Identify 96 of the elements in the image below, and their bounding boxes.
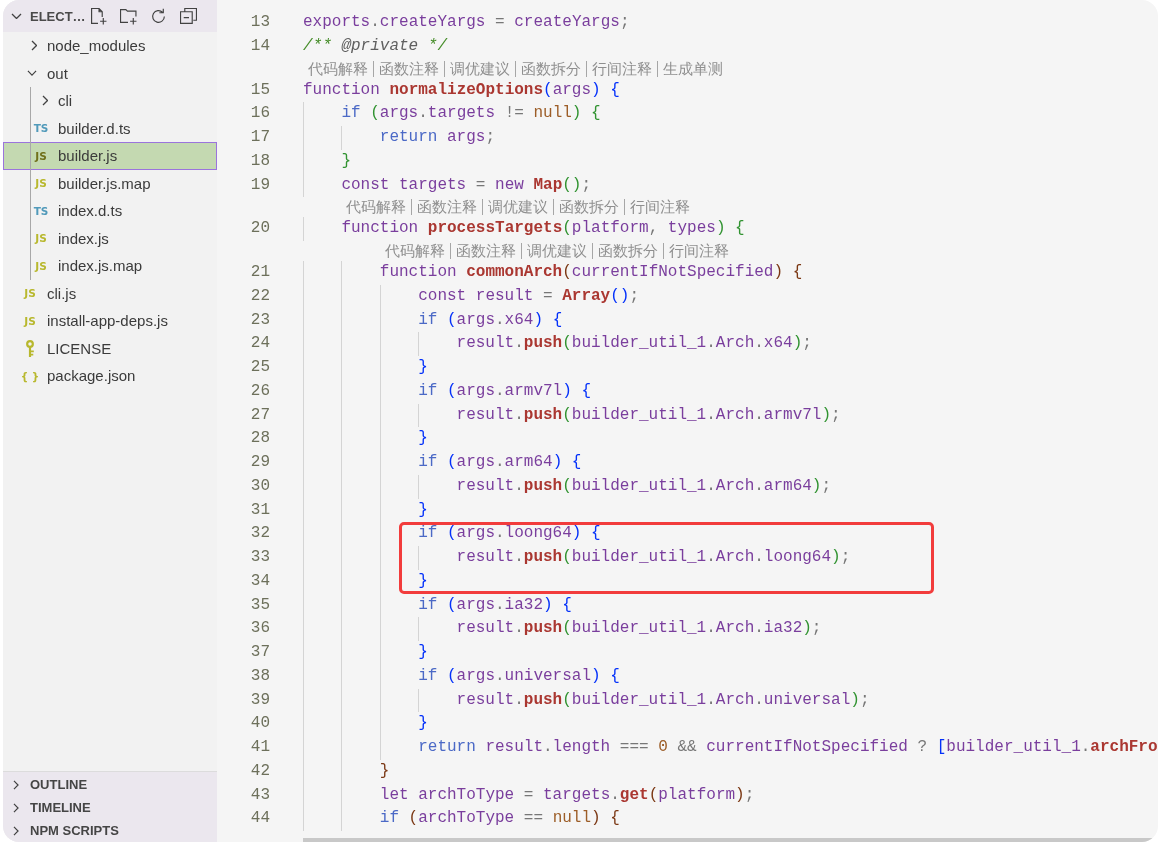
line-number: 21 bbox=[250, 262, 270, 283]
line-number: 18 bbox=[250, 150, 270, 172]
explorer-title[interactable]: ELECT… bbox=[30, 8, 86, 24]
code-line: } bbox=[379, 760, 390, 782]
line-number: 39 bbox=[250, 689, 270, 711]
code-line: if (args.x64) { bbox=[418, 309, 563, 331]
tree-item[interactable]: JS builder.js.map bbox=[3, 169, 217, 197]
code-line: let archToType = targets.get(platform); bbox=[379, 784, 755, 806]
line-number: 37 bbox=[250, 642, 270, 663]
code-line: const targets = new Map(); bbox=[341, 174, 592, 196]
line-number: 15 bbox=[250, 79, 270, 101]
code-line: if (args.ia32) { bbox=[418, 594, 572, 616]
new-file-icon bbox=[89, 7, 107, 25]
code-line: } bbox=[418, 642, 428, 663]
tree-item[interactable]: TS builder.d.ts bbox=[3, 114, 217, 142]
code-line: } bbox=[418, 499, 428, 521]
refresh-icon bbox=[149, 7, 167, 25]
panel-header[interactable]: NPM SCRIPTS bbox=[3, 819, 217, 842]
line-number: 25 bbox=[250, 357, 270, 378]
line-number: 33 bbox=[250, 547, 270, 568]
code-line: } bbox=[418, 428, 428, 450]
tree-item[interactable]: out bbox=[3, 59, 217, 87]
line-number: 16 bbox=[250, 103, 270, 125]
code-line: const result = Array(); bbox=[418, 285, 640, 307]
code-line: function commonArch(currentIfNotSpecified) { bbox=[379, 262, 803, 283]
code-line: result.push(builder_util_1.Arch.ia32); bbox=[456, 618, 822, 640]
line-number: 23 bbox=[250, 309, 270, 331]
line-number: 44 bbox=[250, 808, 270, 830]
line-number: 26 bbox=[250, 380, 270, 402]
collapse-all-icon bbox=[179, 7, 197, 25]
tree-item[interactable]: node_modules bbox=[3, 32, 217, 60]
line-number: 19 bbox=[250, 174, 270, 196]
tree-item[interactable]: LICENSE bbox=[3, 334, 217, 362]
js-file-icon: JS bbox=[24, 287, 36, 300]
line-number: 38 bbox=[250, 665, 270, 687]
code-line: if (args.arm64) { bbox=[418, 452, 582, 473]
code-line: } bbox=[418, 357, 428, 378]
code-line: if (archToType == null) { bbox=[379, 808, 620, 830]
line-number: 40 bbox=[250, 713, 270, 735]
line-number: 24 bbox=[250, 333, 270, 355]
tree-item[interactable]: JS cli.js bbox=[3, 279, 217, 307]
code-line: } bbox=[418, 713, 428, 735]
js-file-icon: JS bbox=[24, 314, 36, 327]
line-number: 14 bbox=[250, 35, 270, 57]
line-number: 34 bbox=[250, 570, 270, 592]
line-number: 22 bbox=[250, 285, 270, 307]
ts-file-icon: TS bbox=[33, 204, 49, 217]
tree-item[interactable]: cli bbox=[3, 87, 217, 115]
panel-header[interactable]: TIMELINE bbox=[3, 796, 217, 819]
line-number: 27 bbox=[250, 404, 270, 426]
line-number: 20 bbox=[250, 218, 270, 240]
code-line: /** @private */ bbox=[303, 35, 448, 57]
json-file-icon: { } bbox=[20, 369, 40, 382]
code-line: result.push(builder_util_1.Arch.armv7l); bbox=[456, 404, 841, 426]
line-number: 29 bbox=[250, 452, 270, 473]
js-file-icon: JS bbox=[35, 177, 47, 190]
code-line: return result.length === 0 && currentIfNotSpecified ? [builder_util_1.archFro bbox=[418, 737, 1158, 758]
ts-file-icon: TS bbox=[33, 122, 49, 135]
collapse-all-button[interactable] bbox=[177, 5, 199, 27]
code-line: result.push(builder_util_1.Arch.arm64); bbox=[456, 475, 832, 497]
line-number: 13 bbox=[250, 12, 270, 33]
code-line: function processTargets(platform, types) { bbox=[341, 218, 745, 240]
key-icon bbox=[26, 339, 34, 357]
tree-item[interactable]: JS index.js.map bbox=[3, 252, 217, 280]
code-line: return args; bbox=[379, 127, 495, 148]
tree-item[interactable]: JS builder.js bbox=[3, 142, 217, 170]
code-line: exports.createYargs = createYargs; bbox=[303, 12, 630, 33]
tree-item[interactable]: TS index.d.ts bbox=[3, 197, 217, 225]
line-number: 28 bbox=[250, 428, 270, 450]
line-number: 31 bbox=[250, 499, 270, 521]
code-line: } bbox=[341, 150, 351, 172]
code-line: if (args.universal) { bbox=[418, 665, 620, 687]
code-line: } bbox=[418, 570, 428, 592]
code-line: if (args.armv7l) { bbox=[418, 380, 592, 402]
js-file-icon: JS bbox=[35, 149, 47, 162]
code-line: function normalizeOptions(args) { bbox=[303, 79, 620, 101]
js-file-icon: JS bbox=[35, 232, 47, 245]
code-line: result.push(builder_util_1.Arch.universal); bbox=[456, 689, 870, 711]
line-number: 35 bbox=[250, 594, 270, 616]
line-number: 43 bbox=[250, 784, 270, 806]
line-number: 36 bbox=[250, 618, 270, 640]
tree-item[interactable]: JS index.js bbox=[3, 224, 217, 252]
new-folder-icon bbox=[119, 7, 137, 25]
line-number: 17 bbox=[250, 127, 270, 148]
line-number: 41 bbox=[250, 737, 270, 758]
js-file-icon: JS bbox=[35, 259, 47, 272]
tree-item[interactable]: JS install-app-deps.js bbox=[3, 307, 217, 335]
line-number: 42 bbox=[250, 760, 270, 782]
code-line: if (args.loong64) { bbox=[418, 523, 601, 545]
line-number: 30 bbox=[250, 475, 270, 497]
tree-item[interactable]: { } package.json bbox=[3, 362, 217, 390]
line-number: 32 bbox=[250, 523, 270, 545]
code-line: result.push(builder_util_1.Arch.x64); bbox=[456, 333, 812, 355]
code-line: result.push(builder_util_1.Arch.loong64); bbox=[456, 547, 851, 568]
panel-header[interactable]: OUTLINE bbox=[3, 773, 217, 796]
code-line: if (args.targets != null) { bbox=[341, 103, 601, 125]
